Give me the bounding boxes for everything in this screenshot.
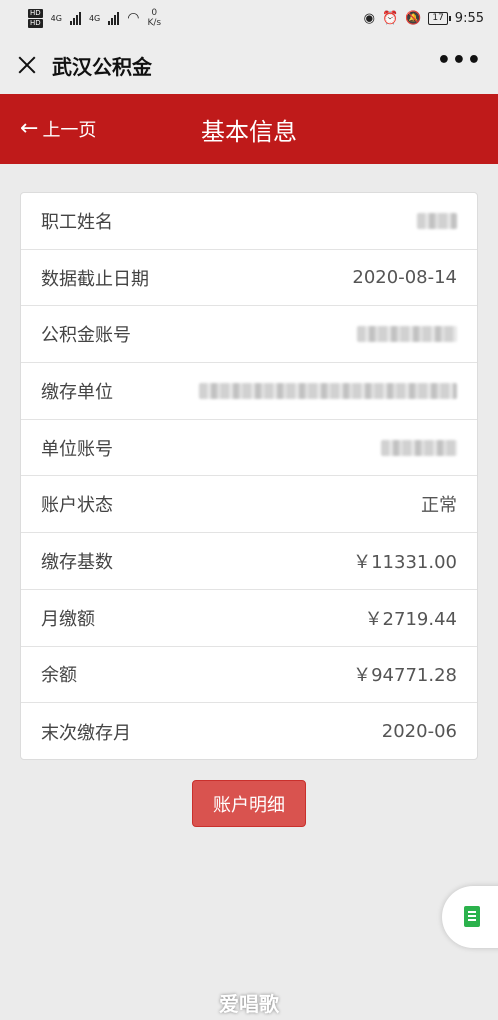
hd-badge-2: HD (28, 18, 43, 28)
row-label: 单位账号 (41, 438, 113, 460)
app-title: 武汉公积金 (52, 54, 152, 79)
row-value: 正常 (421, 495, 457, 517)
info-row-account-status: 账户状态 正常 (21, 476, 477, 534)
info-row-name: 职工姓名 (21, 193, 477, 250)
clock-time: 9:55 (454, 10, 484, 26)
close-icon[interactable] (16, 54, 38, 76)
row-label: 职工姓名 (41, 211, 113, 233)
hd-badge-1: HD (28, 8, 43, 18)
row-value: 2020-08-14 (352, 267, 457, 289)
row-label: 公积金账号 (41, 325, 131, 347)
row-value: 2020-06 (381, 721, 457, 743)
info-row-balance: 余额 ￥94771.28 (21, 647, 477, 704)
page-header: ← 上一页 基本信息 (0, 94, 498, 164)
info-row-employer: 缴存单位 (21, 363, 477, 420)
hd-badge: HD HD (28, 8, 43, 28)
wifi-icon: ◠ (127, 10, 140, 26)
document-icon (464, 906, 480, 927)
info-row-last-payment-month: 末次缴存月 2020-06 (21, 703, 477, 760)
signal-icon-2 (108, 11, 120, 25)
info-row-monthly-payment: 月缴额 ￥2719.44 (21, 590, 477, 647)
row-label: 缴存单位 (41, 381, 113, 403)
network-speed: 0 K/s (147, 8, 161, 28)
battery-icon: 17 (428, 11, 452, 25)
info-card: 职工姓名 数据截止日期 2020-08-14 公积金账号 缴存单位 单位账号 账… (20, 192, 478, 760)
row-label: 余额 (41, 665, 77, 687)
net-type-1: 4G (50, 13, 62, 23)
row-label: 数据截止日期 (41, 268, 149, 290)
alarm-icon: ⏰ (381, 10, 399, 26)
page-title: 基本信息 (201, 118, 297, 146)
row-label: 末次缴存月 (41, 722, 131, 744)
row-label: 账户状态 (41, 495, 113, 517)
row-value: ￥2719.44 (364, 608, 457, 630)
network-speed-value: 0 (151, 8, 158, 18)
redacted-value (199, 382, 457, 399)
info-row-contribution-base: 缴存基数 ￥11331.00 (21, 533, 477, 590)
more-button[interactable]: ••• (437, 50, 482, 74)
eye-icon: ◉ (363, 10, 375, 26)
floating-doc-button[interactable] (442, 886, 498, 948)
row-label: 缴存基数 (41, 551, 113, 573)
row-value: ￥94771.28 (353, 665, 457, 687)
account-detail-button[interactable]: 账户明细 (192, 780, 306, 827)
row-label: 月缴额 (41, 608, 95, 630)
redacted-value (417, 212, 457, 229)
net-type-2: 4G (88, 13, 101, 23)
watermark: 爱唱歌 (219, 992, 279, 1016)
info-row-employer-account: 单位账号 (21, 420, 477, 477)
redacted-value (381, 439, 457, 456)
signal-icon (69, 11, 81, 25)
info-row-account-number: 公积金账号 (21, 306, 477, 364)
info-row-cutoff-date: 数据截止日期 2020-08-14 (21, 250, 477, 307)
title-bar: 武汉公积金 ••• (0, 36, 498, 94)
network-speed-unit: K/s (147, 18, 162, 28)
mute-icon: 🔕 (405, 10, 422, 26)
status-bar: HD HD 4G 4G ◠ 0 K/s ◉ ⏰ 🔕 17 9:55 (0, 0, 498, 36)
row-value: ￥11331.00 (353, 551, 457, 573)
redacted-value (357, 326, 457, 343)
